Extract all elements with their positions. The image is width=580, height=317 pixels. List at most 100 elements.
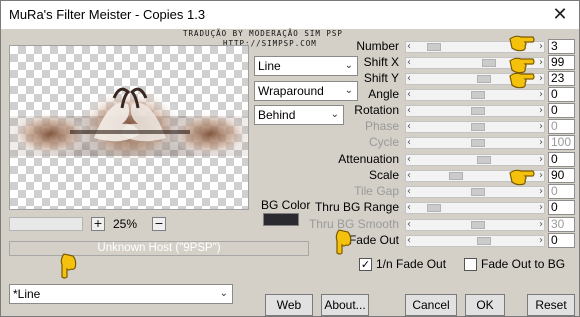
chevron-left-icon[interactable]: ‹ — [407, 88, 411, 102]
slider-thumb[interactable] — [471, 107, 485, 115]
pointing-hand-icon — [509, 72, 535, 89]
param-slider-fade-out[interactable]: ‹ › — [405, 235, 545, 247]
param-label-shift-y: Shift Y — [363, 71, 399, 85]
preview-swan-image — [10, 87, 248, 164]
zoom-out-button[interactable]: − — [152, 217, 166, 231]
chevron-right-icon[interactable]: › — [539, 40, 543, 54]
chevron-left-icon[interactable]: ‹ — [407, 56, 411, 70]
param-slider-thru-bg-range[interactable]: ‹ › — [405, 202, 545, 214]
chevron-left-icon[interactable]: ‹ — [407, 234, 411, 248]
slider-thumb[interactable] — [471, 123, 485, 131]
chevron-left-icon[interactable]: ‹ — [407, 72, 411, 86]
close-icon[interactable]: ✕ — [549, 4, 571, 26]
param-value-rotation[interactable]: 0 — [548, 103, 575, 118]
title-bar: MuRa's Filter Meister - Copies 1.3 ✕ — [1, 1, 579, 29]
chevron-left-icon[interactable]: ‹ — [407, 40, 411, 54]
checkbox-1n-fade-out-label: 1/n Fade Out — [376, 257, 447, 271]
checkbox-fade-out-to-bg[interactable] — [464, 258, 477, 271]
slider-thumb[interactable] — [427, 43, 441, 51]
chevron-right-icon[interactable]: › — [539, 169, 543, 183]
checkbox-fade-out-to-bg-label: Fade Out to BG — [481, 257, 566, 271]
web-button[interactable]: Web — [265, 294, 313, 316]
slider-thumb[interactable] — [477, 156, 491, 164]
pointing-hand-icon — [60, 253, 77, 279]
slider-thumb[interactable] — [471, 188, 485, 196]
param-slider-cycle: ‹ › — [405, 137, 545, 149]
zoom-in-button[interactable]: + — [91, 217, 105, 231]
param-slider-rotation[interactable]: ‹ › — [405, 105, 545, 117]
pointing-hand-icon — [335, 229, 352, 255]
param-label-scale: Scale — [368, 168, 399, 182]
param-slider-tile-gap: ‹ › — [405, 186, 545, 198]
credit-line-1: TRADUÇÃO BY MODERAÇÃO SIM PSP — [183, 29, 343, 38]
param-slider-phase: ‹ › — [405, 121, 545, 133]
about-button[interactable]: About... — [321, 294, 369, 316]
reset-button[interactable]: Reset — [527, 294, 575, 316]
param-slider-thru-bg-smooth: ‹ › — [405, 219, 545, 231]
param-label-attenuation: Attenuation — [338, 152, 399, 166]
param-value-shift-x[interactable]: 99 — [548, 55, 575, 70]
chevron-right-icon[interactable]: › — [539, 136, 543, 150]
slider-thumb[interactable] — [471, 221, 485, 229]
param-value-shift-y[interactable]: 23 — [548, 71, 575, 86]
param-value-number[interactable]: 3 — [548, 39, 575, 54]
slider-thumb[interactable] — [471, 91, 485, 99]
filter-dialog: MuRa's Filter Meister - Copies 1.3 ✕ TRA… — [0, 0, 580, 317]
param-value-scale[interactable]: 90 — [548, 168, 575, 183]
chevron-right-icon[interactable]: › — [539, 72, 543, 86]
chevron-right-icon[interactable]: › — [539, 185, 543, 199]
param-slider-angle[interactable]: ‹ › — [405, 89, 545, 101]
param-label-tile-gap: Tile Gap — [354, 184, 399, 198]
param-value-fade-out[interactable]: 0 — [548, 233, 575, 248]
param-value-angle[interactable]: 0 — [548, 87, 575, 102]
chevron-left-icon[interactable]: ‹ — [407, 153, 411, 167]
param-label-number: Number — [356, 39, 399, 53]
preview-pane[interactable] — [9, 45, 249, 210]
checkbox-1n-fade-out[interactable]: ✓ — [359, 258, 372, 271]
cancel-button[interactable]: Cancel — [405, 294, 457, 316]
preset-select[interactable]: *Line ⌄ — [9, 284, 233, 304]
slider-thumb[interactable] — [471, 139, 485, 147]
chevron-right-icon[interactable]: › — [539, 120, 543, 134]
param-label-thru-bg-range: Thru BG Range — [314, 200, 399, 214]
chevron-left-icon[interactable]: ‹ — [407, 185, 411, 199]
chevron-right-icon[interactable]: › — [539, 56, 543, 70]
param-value-phase: 0 — [548, 119, 575, 134]
param-label-phase: Phase — [364, 119, 399, 133]
slider-thumb[interactable] — [477, 75, 491, 83]
window-title: MuRa's Filter Meister - Copies 1.3 — [9, 7, 206, 22]
chevron-right-icon[interactable]: › — [539, 201, 543, 215]
zoom-track[interactable] — [9, 217, 83, 231]
slider-thumb[interactable] — [427, 204, 441, 212]
chevron-right-icon[interactable]: › — [539, 234, 543, 248]
chevron-left-icon[interactable]: ‹ — [407, 169, 411, 183]
chevron-down-icon: ⌄ — [219, 288, 228, 299]
param-value-attenuation[interactable]: 0 — [548, 152, 575, 167]
chevron-right-icon[interactable]: › — [539, 104, 543, 118]
param-label-shift-x: Shift X — [363, 55, 399, 69]
chevron-left-icon[interactable]: ‹ — [407, 201, 411, 215]
chevron-right-icon[interactable]: › — [539, 218, 543, 232]
zoom-level: 25% — [113, 217, 138, 231]
slider-thumb[interactable] — [482, 59, 496, 67]
chevron-left-icon[interactable]: ‹ — [407, 218, 411, 232]
param-label-cycle: Cycle — [368, 135, 399, 149]
chevron-left-icon[interactable]: ‹ — [407, 136, 411, 150]
chevron-right-icon[interactable]: › — [539, 153, 543, 167]
param-value-cycle: 100 — [548, 135, 575, 150]
preset-select-value: *Line — [13, 287, 41, 301]
ok-button[interactable]: OK — [465, 294, 505, 316]
chevron-left-icon[interactable]: ‹ — [407, 120, 411, 134]
param-value-tile-gap: 0 — [548, 184, 575, 199]
slider-thumb[interactable] — [477, 237, 491, 245]
param-label-rotation: Rotation — [354, 103, 399, 117]
param-value-thru-bg-range[interactable]: 0 — [548, 200, 575, 215]
pointing-hand-icon — [509, 35, 535, 52]
param-value-thru-bg-smooth: 30 — [548, 217, 575, 232]
check-icon: ✓ — [360, 258, 371, 271]
chevron-left-icon[interactable]: ‹ — [407, 104, 411, 118]
mode-select-value: Line — [258, 59, 281, 73]
pointing-hand-icon — [509, 169, 535, 186]
chevron-right-icon[interactable]: › — [539, 88, 543, 102]
slider-thumb[interactable] — [449, 172, 463, 180]
